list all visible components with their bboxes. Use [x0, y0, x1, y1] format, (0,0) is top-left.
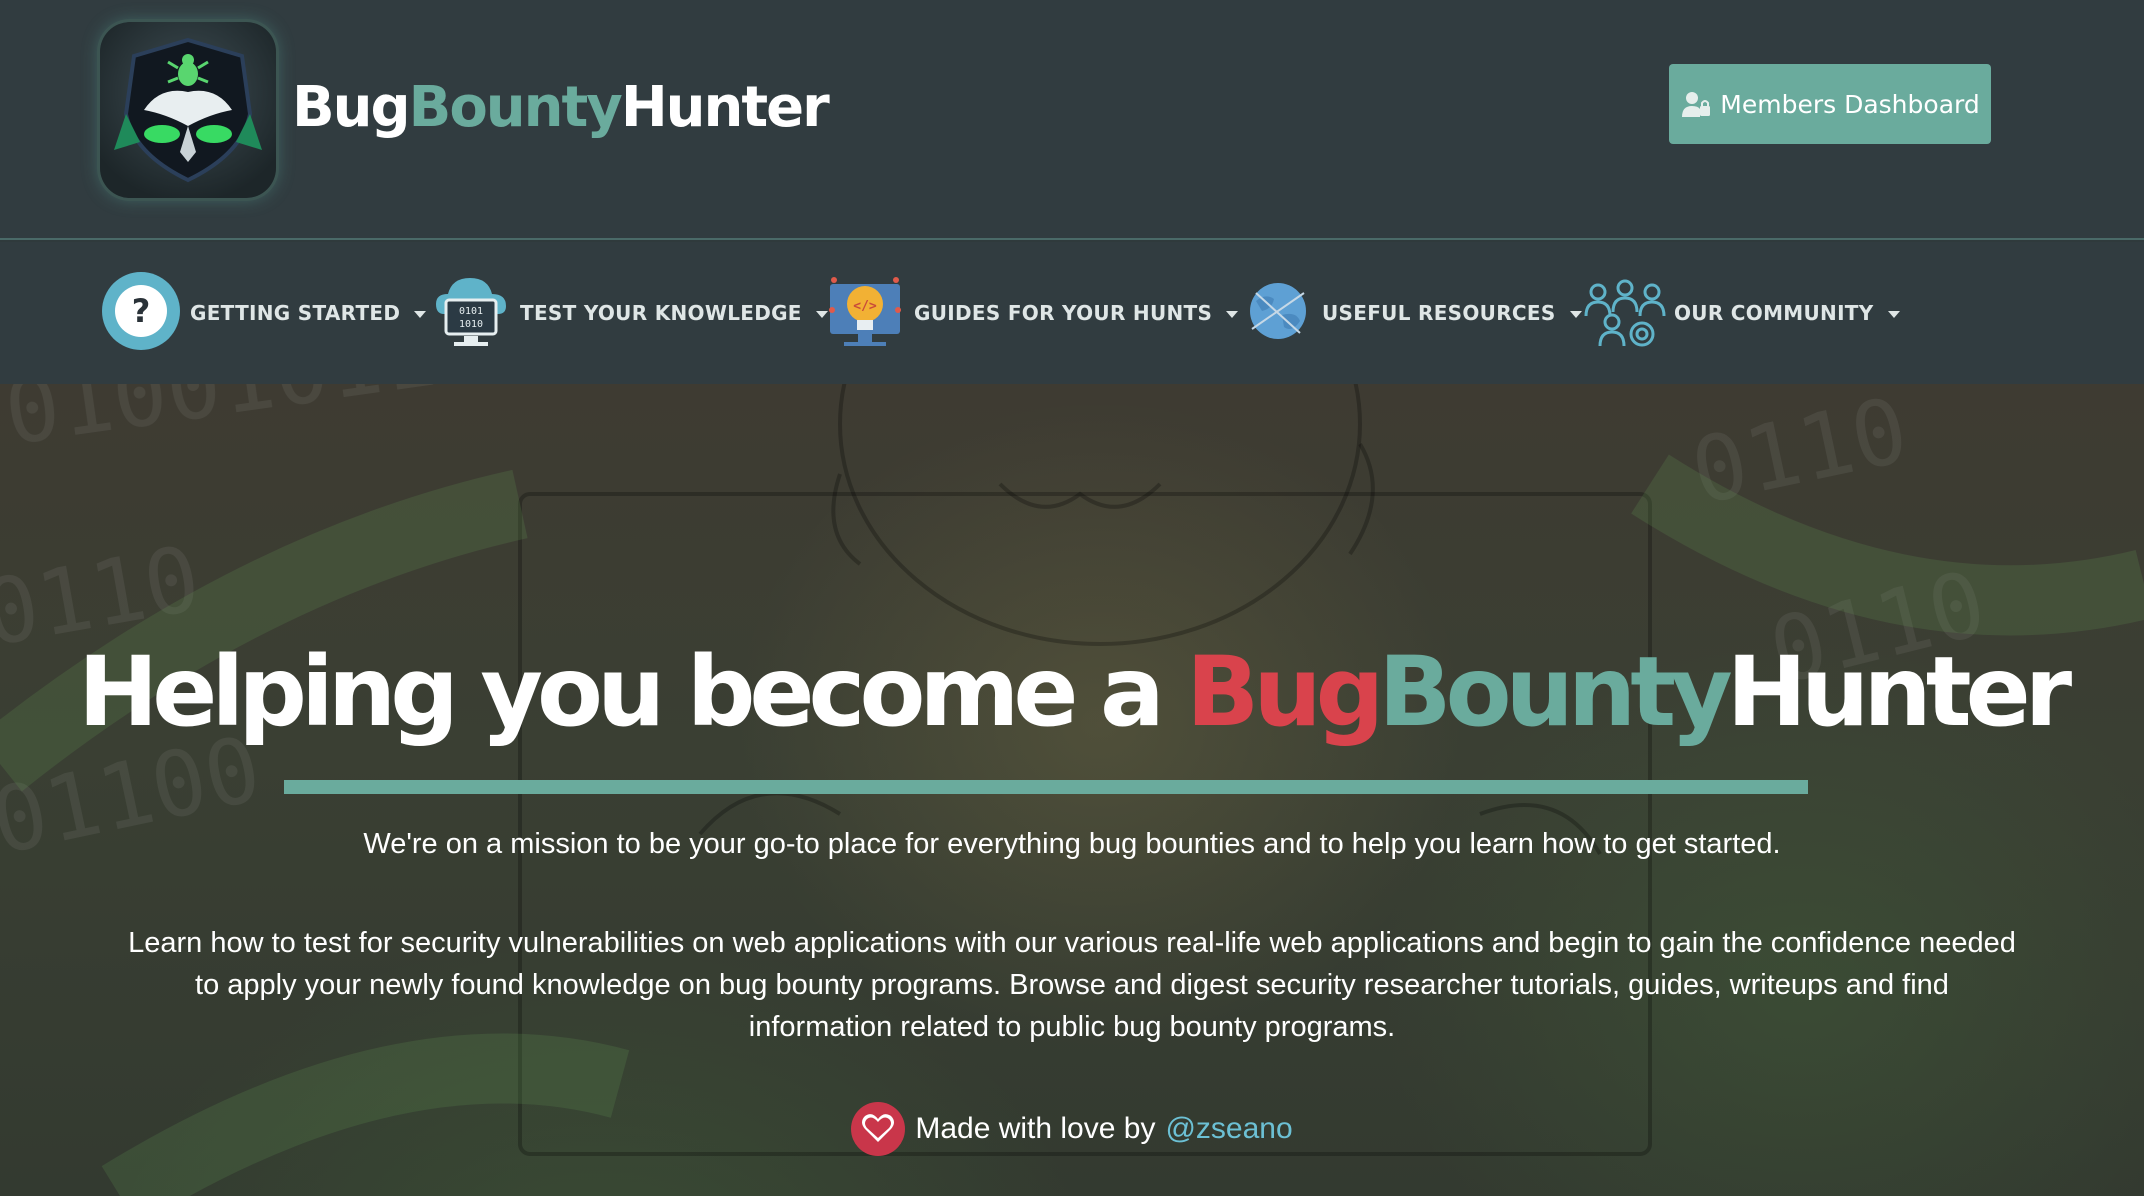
- chevron-down-icon: [1887, 310, 1900, 318]
- community-people-icon: [1584, 270, 1666, 357]
- site-header: BugBountyHunter Members Dashboard: [0, 0, 2144, 240]
- members-dashboard-button[interactable]: Members Dashboard: [1669, 64, 1991, 144]
- svg-text:01001011110: 01001011110: [0, 384, 603, 466]
- logo[interactable]: [100, 22, 276, 198]
- learn-text: Learn how to test for security vulnerabi…: [128, 927, 2016, 1043]
- headline-divider: [284, 780, 1808, 794]
- question-circle-icon: ?: [100, 270, 182, 357]
- headline-bounty: Bounty: [1378, 636, 1732, 748]
- nav-label: GUIDES FOR YOUR HUNTS: [914, 301, 1213, 325]
- headline-bug: Bug: [1186, 636, 1384, 748]
- brand-part-hunter: Hunter: [620, 75, 830, 140]
- nav-label: USEFUL RESOURCES: [1322, 301, 1556, 325]
- user-lock-icon: [1680, 89, 1712, 119]
- brand-name[interactable]: BugBountyHunter: [292, 70, 830, 146]
- svg-text:?: ?: [132, 292, 151, 330]
- lightbulb-code-icon: </>: [824, 270, 906, 357]
- mission-text: We're on a mission to be your go-to plac…: [363, 828, 1781, 860]
- headline-hunter: Hunter: [1726, 636, 2072, 748]
- nav-our-community[interactable]: OUR COMMUNITY: [1584, 242, 1900, 384]
- hero-section: 01001011110 0110 01100 0110 0110 Helping…: [0, 384, 2144, 1196]
- heart-icon: [851, 1102, 906, 1156]
- nav-label: OUR COMMUNITY: [1674, 301, 1874, 325]
- svg-text:</>: </>: [853, 299, 877, 314]
- hero-headline: Helping you become a BugBountyHunter: [0, 632, 2144, 752]
- brand-part-bug: Bug: [292, 75, 411, 140]
- members-dashboard-label: Members Dashboard: [1720, 89, 1980, 119]
- chevron-down-icon: [1569, 310, 1582, 318]
- nav-getting-started[interactable]: ? GETTING STARTED: [100, 242, 427, 384]
- svg-text:1010: 1010: [459, 319, 483, 330]
- main-nav: ? GETTING STARTED 0101 1010 TEST YOUR KN…: [0, 242, 2144, 384]
- chevron-down-icon: [1226, 310, 1239, 318]
- author-link[interactable]: @zseano: [1165, 1112, 1292, 1146]
- cloud-computer-icon: 0101 1010: [430, 270, 512, 357]
- brand-part-bounty: Bounty: [408, 75, 623, 140]
- nav-test-your-knowledge[interactable]: 0101 1010 TEST YOUR KNOWLEDGE: [430, 242, 828, 384]
- bug-mask-icon: [114, 37, 262, 183]
- globe-icon: [1242, 275, 1314, 352]
- headline-prefix: Helping you become a: [77, 636, 1187, 748]
- nav-label: GETTING STARTED: [190, 301, 401, 325]
- made-with-love-label: Made with love by: [915, 1112, 1156, 1145]
- chevron-down-icon: [414, 310, 427, 318]
- svg-text:0101: 0101: [459, 306, 483, 317]
- nav-label: TEST YOUR KNOWLEDGE: [520, 301, 802, 325]
- made-with-love: Made with love by @zseano: [0, 1102, 2144, 1156]
- nav-useful-resources[interactable]: USEFUL RESOURCES: [1242, 242, 1582, 384]
- nav-guides-for-your-hunts[interactable]: </> GUIDES FOR YOUR HUNTS: [824, 242, 1239, 384]
